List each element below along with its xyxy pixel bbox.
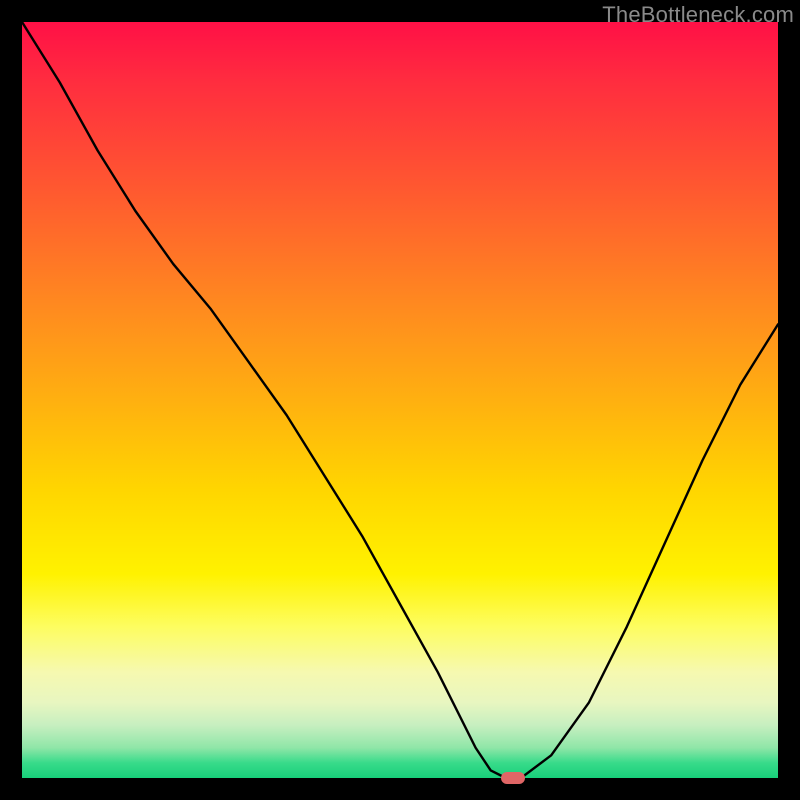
- plot-area: [22, 22, 778, 778]
- optimal-point-marker: [501, 772, 525, 784]
- watermark-text: TheBottleneck.com: [602, 2, 794, 28]
- bottleneck-curve: [22, 22, 778, 778]
- chart-frame: TheBottleneck.com: [0, 0, 800, 800]
